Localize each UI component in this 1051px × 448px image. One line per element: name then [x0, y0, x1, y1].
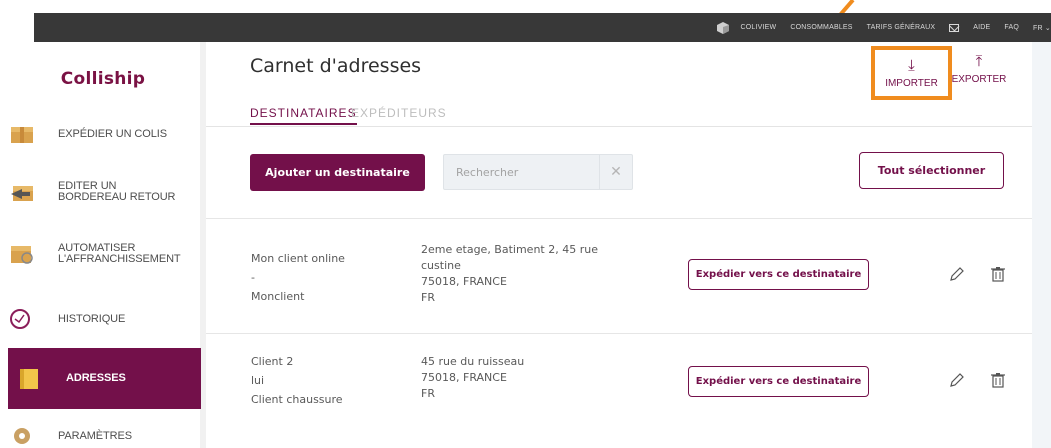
address-line: 45 rue du ruisseau — [421, 355, 525, 368]
download-icon: ⤓ — [908, 56, 915, 74]
lang-selector[interactable]: FR ⌄ — [1033, 24, 1051, 32]
divider — [206, 126, 1032, 127]
return-parcel-icon — [11, 186, 33, 201]
recipient-address: 2eme etage, Batiment 2, 45 rue custine 7… — [421, 242, 621, 306]
recipient-name-line: lui — [251, 374, 265, 387]
address-line: FR — [421, 291, 435, 304]
auto-parcel-icon — [11, 246, 33, 264]
ship-to-recipient-button[interactable]: Expédier vers ce destinataire — [688, 259, 869, 290]
sidebar-item-retour[interactable]: EDITER UN BORDEREAU RETOUR — [8, 175, 201, 209]
page-title: Carnet d'adresses — [250, 55, 422, 77]
search-input[interactable] — [444, 155, 601, 189]
sidebar-item-label: ADRESSES — [66, 372, 126, 384]
recipient-name-line: Monclient — [251, 290, 305, 303]
sidebar-item-parametres[interactable]: PARAMÈTRES — [8, 425, 201, 447]
search-box: ✕ — [443, 154, 633, 190]
sidebar-item-label: EDITER UN BORDEREAU RETOUR — [58, 180, 176, 203]
address-icon — [20, 368, 38, 389]
address-line: 75018, FRANCE — [421, 275, 507, 288]
close-icon[interactable]: ✕ — [599, 155, 632, 189]
recipient-name: Client 2 lui Client chaussure — [251, 352, 343, 409]
export-button[interactable]: ⤒ EXPORTER — [941, 52, 1017, 85]
sidebar-item-label: AUTOMATISER L'AFFRANCHISSEMENT — [58, 242, 181, 265]
import-button[interactable]: ⤓ IMPORTER — [871, 46, 952, 100]
recipient-name: Mon client online - Monclient — [251, 249, 345, 306]
recipient-address: 45 rue du ruisseau 75018, FRANCE FR — [421, 354, 621, 402]
nav-tarifs[interactable]: TARIFS GÉNÉRAUX — [867, 24, 936, 31]
top-bar: COLIVIEW CONSOMMABLES TARIFS GÉNÉRAUX AI… — [34, 13, 1051, 42]
mail-icon[interactable] — [949, 23, 960, 32]
sidebar-item-historique[interactable]: HISTORIQUE — [8, 304, 201, 334]
address-line: FR — [421, 387, 435, 400]
recipient-name-line: - — [251, 271, 255, 284]
address-line: 75018, FRANCE — [421, 371, 507, 384]
tab-expediteurs[interactable]: EXPÉDITEURS — [351, 106, 447, 120]
recipient-name-line: Client 2 — [251, 355, 294, 368]
app-root: COLIVIEW CONSOMMABLES TARIFS GÉNÉRAUX AI… — [0, 0, 1051, 448]
sidebar: Colliship EXPÉDIER UN COLIS EDITER UN BO… — [0, 42, 206, 448]
right-scroll-area — [1032, 42, 1051, 448]
edit-pencil-icon[interactable] — [949, 372, 965, 388]
cube-icon — [716, 21, 729, 34]
nav-coliview[interactable]: COLIVIEW — [741, 24, 777, 31]
recipient-name-line: Mon client online — [251, 252, 345, 265]
select-all-button[interactable]: Tout sélectionner — [859, 152, 1004, 189]
gear-icon — [14, 428, 30, 444]
sidebar-item-label: HISTORIQUE — [58, 312, 126, 325]
address-line: 2eme etage, Batiment 2, 45 rue — [421, 243, 598, 256]
clock-icon — [10, 309, 30, 329]
brand-logo[interactable]: Colliship — [0, 69, 206, 89]
nav-faq[interactable]: FAQ — [1004, 24, 1019, 31]
add-recipient-button[interactable]: Ajouter un destinataire — [250, 154, 425, 191]
import-label: IMPORTER — [885, 78, 938, 89]
table-row: Client 2 lui Client chaussure 45 rue du … — [206, 334, 1032, 448]
nav-aide[interactable]: AIDE — [973, 24, 990, 31]
export-label: EXPORTER — [951, 74, 1007, 85]
sidebar-item-label: PARAMÈTRES — [58, 429, 132, 442]
edit-pencil-icon[interactable] — [949, 266, 965, 282]
trash-icon[interactable] — [990, 266, 1006, 282]
top-nav: COLIVIEW CONSOMMABLES TARIFS GÉNÉRAUX AI… — [716, 13, 1051, 42]
upload-icon: ⤒ — [975, 52, 983, 70]
nav-consommables[interactable]: CONSOMMABLES — [790, 24, 852, 31]
sidebar-item-automatiser[interactable]: AUTOMATISER L'AFFRANCHISSEMENT — [8, 236, 201, 272]
sidebar-item-label: EXPÉDIER UN COLIS — [58, 127, 167, 140]
sidebar-item-adresses[interactable]: ADRESSES — [8, 348, 201, 409]
sidebar-item-expedier[interactable]: EXPÉDIER UN COLIS — [8, 119, 201, 149]
tab-destinataires[interactable]: DESTINATAIRES — [250, 106, 357, 125]
lang-label: FR — [1033, 24, 1043, 32]
trash-icon[interactable] — [990, 372, 1006, 388]
chevron-down-icon: ⌄ — [1044, 24, 1051, 32]
ship-to-recipient-button[interactable]: Expédier vers ce destinataire — [688, 366, 869, 397]
parcel-icon — [11, 127, 33, 143]
table-row: Mon client online - Monclient 2eme etage… — [206, 219, 1032, 333]
main-content: Carnet d'adresses DESTINATAIRES EXPÉDITE… — [206, 42, 1051, 448]
recipient-name-line: Client chaussure — [251, 393, 343, 406]
address-line: custine — [421, 259, 461, 272]
